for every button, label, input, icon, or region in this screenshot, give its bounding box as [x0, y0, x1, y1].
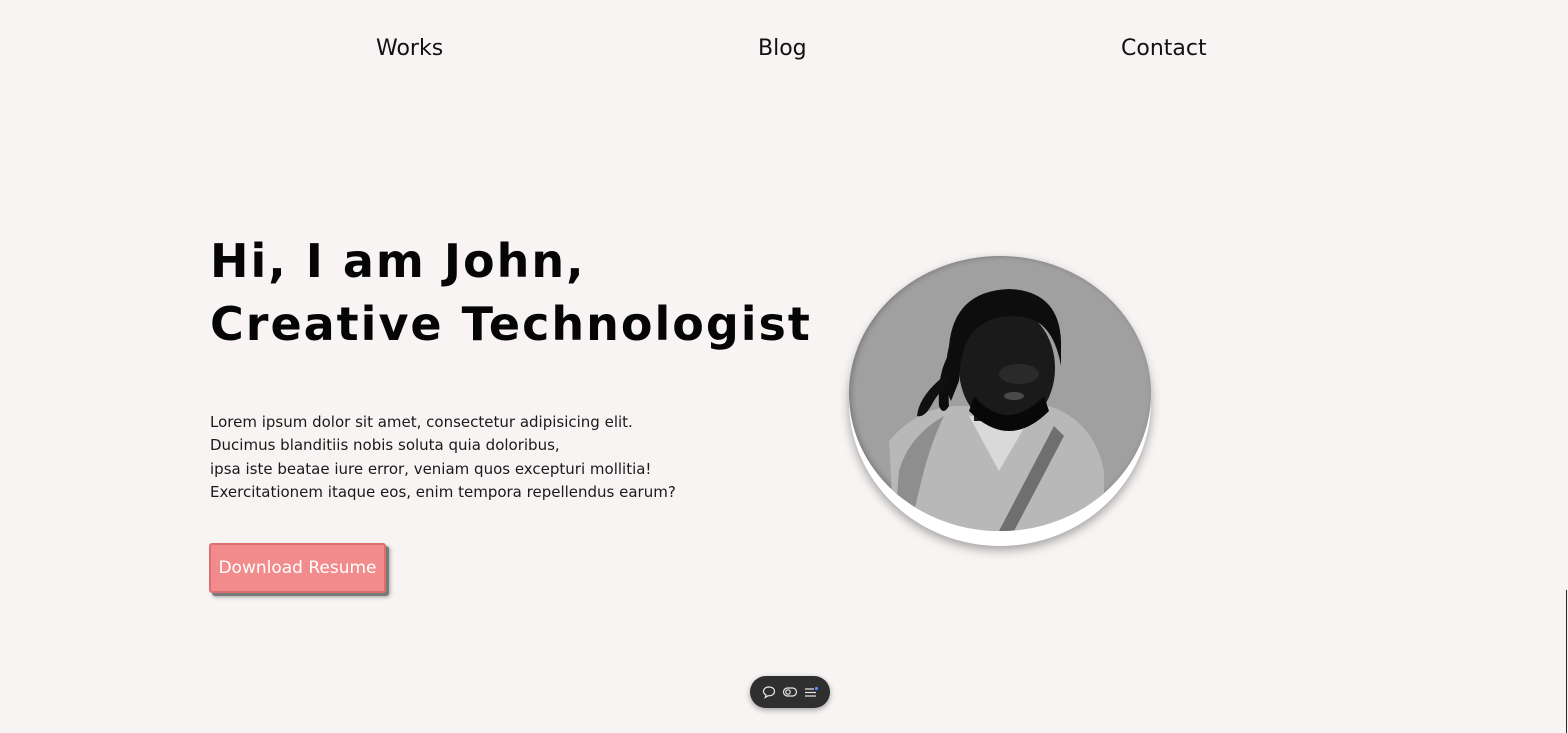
nav-link-contact[interactable]: Contact	[1121, 36, 1207, 61]
hero-title: Hi, I am John, Creative Technologist	[210, 230, 812, 356]
scrollbar-edge	[1566, 590, 1567, 733]
profile-photo	[849, 256, 1151, 531]
nav-link-works[interactable]: Works	[376, 36, 443, 61]
hero-title-line-1: Hi, I am John,	[210, 234, 586, 288]
profile-photo-illustration	[889, 289, 1104, 531]
profile-photo-frame	[849, 256, 1151, 546]
floating-toolbar	[750, 676, 830, 708]
hero-description-line: Lorem ipsum dolor sit amet, consectetur …	[210, 413, 633, 431]
nav-link-blog[interactable]: Blog	[758, 36, 807, 61]
hero-description-line: ipsa iste beatae iure error, veniam quos…	[210, 459, 652, 478]
page: Works Blog Contact Hi, I am John, Creati…	[0, 0, 1568, 733]
download-resume-button[interactable]: Download Resume	[209, 543, 386, 593]
hero-title-line-2: Creative Technologist	[210, 297, 812, 351]
hero-description-line: Ducimus blanditiis nobis soluta quia dol…	[210, 436, 560, 455]
comment-icon[interactable]	[760, 683, 778, 701]
toggle-icon[interactable]	[781, 683, 799, 701]
hero-description-line: Exercitationem itaque eos, enim tempora …	[210, 482, 676, 501]
hero-description: Lorem ipsum dolor sit amet, consectetur …	[210, 411, 676, 504]
menu-icon[interactable]	[802, 683, 820, 701]
